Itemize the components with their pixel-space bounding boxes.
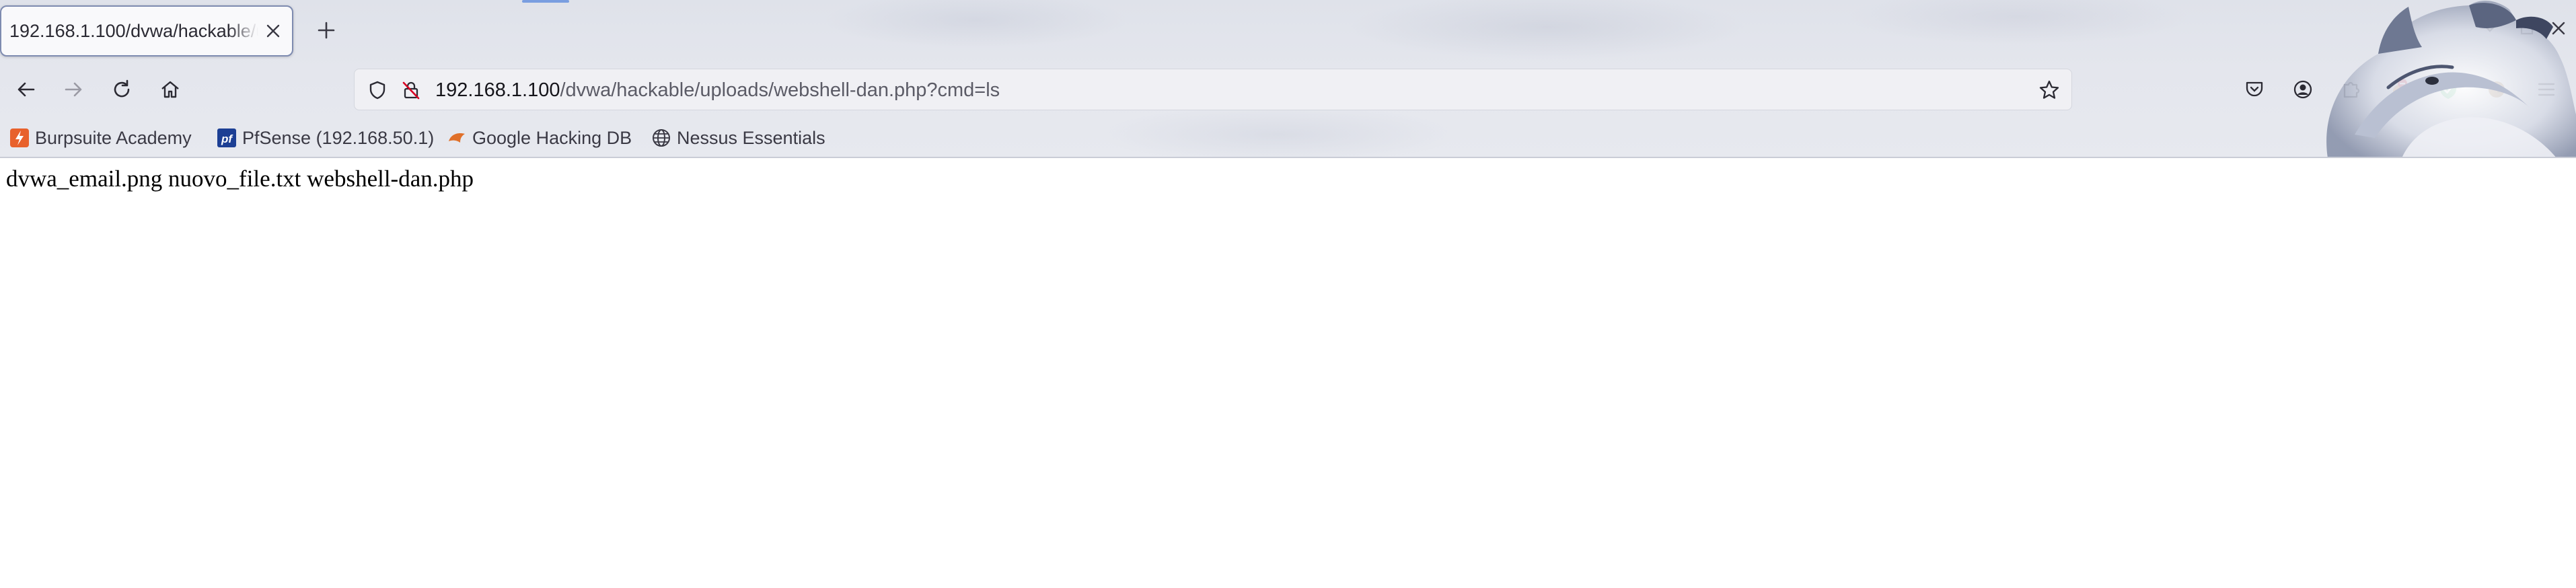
tab-title: 192.168.1.100/dvwa/hackable/uploads/webs… <box>9 21 258 41</box>
address-bar[interactable]: 192.168.1.100/dvwa/hackable/uploads/webs… <box>354 69 2072 110</box>
bookmark-google-hacking-db[interactable]: Google Hacking DB <box>447 124 632 152</box>
bookmark-star-icon[interactable] <box>2036 77 2062 103</box>
bookmark-pfsense[interactable]: pf PfSense (192.168.50.1) <box>217 124 434 152</box>
tab-strip: 192.168.1.100/dvwa/hackable/uploads/webs… <box>0 0 2576 61</box>
active-tab[interactable]: 192.168.1.100/dvwa/hackable/uploads/webs… <box>0 5 293 57</box>
exploit-db-icon <box>447 128 467 148</box>
reload-button[interactable] <box>105 73 139 106</box>
burpsuite-icon <box>9 128 30 148</box>
bookmarks-toolbar: Burpsuite Academy pf PfSense (192.168.50… <box>0 118 2576 157</box>
command-output: dvwa_email.png nuovo_file.txt webshell-d… <box>6 166 474 192</box>
back-button[interactable] <box>9 73 43 106</box>
tracking-protection-shield-icon[interactable] <box>365 78 390 102</box>
bookmark-label: Google Hacking DB <box>472 127 632 148</box>
browser-chrome: 192.168.1.100/dvwa/hackable/uploads/webs… <box>0 0 2576 158</box>
page-content: dvwa_email.png nuovo_file.txt webshell-d… <box>0 159 2576 588</box>
pfsense-icon: pf <box>217 128 237 148</box>
url-path: /dvwa/hackable/uploads/webshell-dan.php?… <box>560 79 1000 101</box>
home-button[interactable] <box>153 73 187 106</box>
tab-drag-indicator <box>522 0 569 3</box>
svg-text:pf: pf <box>221 133 233 145</box>
bookmark-label: Burpsuite Academy <box>35 127 192 148</box>
close-tab-icon[interactable] <box>261 19 285 43</box>
bookmark-label: Nessus Essentials <box>677 127 825 148</box>
insecure-connection-lock-icon[interactable] <box>399 78 423 102</box>
globe-icon <box>651 128 671 148</box>
url-text[interactable]: 192.168.1.100/dvwa/hackable/uploads/webs… <box>435 69 1000 111</box>
navigation-toolbar: 192.168.1.100/dvwa/hackable/uploads/webs… <box>0 61 2576 118</box>
theme-fox-mascot-icon <box>2326 1 2576 157</box>
bookmark-label: PfSense (192.168.50.1) <box>242 127 435 148</box>
url-host: 192.168.1.100 <box>435 79 560 101</box>
bookmark-nessus-essentials[interactable]: Nessus Essentials <box>651 124 825 152</box>
bookmark-burpsuite-academy[interactable]: Burpsuite Academy <box>9 124 192 152</box>
new-tab-button[interactable] <box>311 15 342 46</box>
forward-button[interactable] <box>57 73 90 106</box>
pocket-icon[interactable] <box>2238 73 2271 106</box>
